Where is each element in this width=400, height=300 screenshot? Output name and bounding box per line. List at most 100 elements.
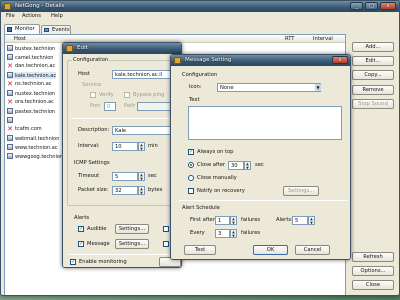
options-button[interactable]: Options...	[352, 266, 394, 276]
extra-alert-checkbox-1[interactable]	[163, 226, 169, 232]
remove-button[interactable]: Remove	[352, 85, 394, 95]
column-host[interactable]: Host	[14, 36, 26, 42]
interval-input[interactable]: 10	[112, 142, 138, 151]
menu-actions[interactable]: Actions	[22, 13, 41, 19]
table-row[interactable]: pastex.technion	[7, 108, 55, 115]
close-button[interactable]: Close	[352, 280, 394, 290]
close-after-radio[interactable]	[188, 162, 194, 168]
table-row[interactable]: ✕ dan.technion.ac	[7, 63, 55, 70]
tab-events[interactable]: Events	[41, 25, 71, 34]
verify-label: Verify	[99, 92, 114, 98]
edit-dialog: Edit Configuration Host kale.technion.ac…	[62, 42, 182, 268]
monitor-icon	[7, 27, 12, 32]
stop-sound-button[interactable]: Stop Sound	[352, 99, 394, 109]
main-window-title: NetGong - Details	[15, 3, 65, 9]
close-window-button[interactable]: x	[380, 2, 396, 10]
error-x-icon: ✕	[7, 98, 13, 106]
icmp-settings-label: ICMP Settings	[74, 160, 110, 166]
close-after-input[interactable]: 30	[228, 161, 244, 170]
table-row[interactable]	[7, 117, 15, 124]
message-dialog-title: Message Setting	[185, 57, 232, 63]
table-row[interactable]: webmail.technion	[7, 135, 59, 142]
text-area[interactable]	[188, 106, 342, 140]
packet-size-input[interactable]: 32	[112, 186, 138, 195]
first-after-label: First after	[190, 217, 215, 223]
host-icon	[7, 72, 13, 78]
interval-label: Interval:	[78, 143, 100, 149]
cancel-button[interactable]: Cancel	[295, 245, 330, 255]
service-label: Service	[82, 82, 102, 88]
table-row[interactable]: bustex.technion	[7, 45, 55, 52]
close-manually-radio[interactable]	[188, 175, 194, 181]
host-name: camel.technion	[15, 55, 54, 61]
extra-alert-checkbox-2[interactable]	[163, 241, 169, 247]
table-row[interactable]: ✕ tcafm.com	[7, 126, 42, 133]
every-unit: failures	[241, 230, 261, 236]
audible-settings-button[interactable]: Settings...	[115, 224, 149, 234]
bypass-ping-label: Bypass ping	[133, 92, 165, 98]
icon-select-arrow[interactable]: ▼	[315, 84, 321, 91]
first-after-spinner[interactable]: ▲ ▼	[230, 216, 237, 225]
notify-recovery-checkbox[interactable]	[188, 188, 194, 194]
host-name: ns.technion.ac	[15, 81, 52, 87]
alerts-separator	[69, 254, 181, 255]
host-name: ora.technion.ac	[15, 99, 54, 105]
table-row[interactable]: wwwgoog.technion	[7, 153, 63, 160]
close-after-spinner[interactable]: ▲ ▼	[244, 161, 251, 170]
maximize-button[interactable]: □	[365, 2, 378, 10]
table-row[interactable]: ✕ ora.technion.ac	[7, 99, 54, 106]
icon-select[interactable]: None	[217, 83, 321, 92]
first-after-input[interactable]: 1	[215, 216, 230, 225]
table-row[interactable]: nustex.technion	[7, 90, 55, 97]
message-configuration-label: Configuration	[182, 72, 218, 78]
test-button[interactable]: Test	[184, 245, 216, 255]
menu-help[interactable]: Help	[51, 13, 63, 19]
table-row[interactable]: kale.technion.ac	[7, 72, 57, 79]
error-x-icon: ✕	[7, 80, 13, 88]
bypass-ping-checkbox[interactable]	[124, 92, 130, 98]
packet-size-spinner[interactable]: ▲ ▼	[138, 186, 145, 195]
enable-monitoring-checkbox[interactable]: ✓	[70, 259, 76, 265]
message-settings-button[interactable]: Settings...	[283, 186, 319, 196]
audible-checkbox[interactable]: ✓	[78, 226, 84, 232]
always-on-top-checkbox[interactable]: ✓	[188, 149, 194, 155]
message-settings-button[interactable]: Settings...	[115, 239, 149, 249]
host-name: kale.technion.ac	[15, 73, 57, 79]
interval-spinner[interactable]: ▲ ▼	[138, 142, 145, 151]
edit-button[interactable]: Edit...	[352, 56, 394, 66]
table-row[interactable]: ✕ ns.technion.ac	[7, 80, 52, 88]
copy-button[interactable]: Copy...	[352, 70, 394, 80]
host-name: pastex.technion	[15, 109, 56, 115]
message-client-area: Configuration Icon: None ▼ Text ✓ Always…	[171, 66, 350, 259]
message-checkbox[interactable]: ✓	[78, 241, 84, 247]
timeout-input[interactable]: 5	[112, 172, 138, 181]
every-input[interactable]: 3	[215, 229, 230, 238]
refresh-button[interactable]: Refresh	[352, 252, 394, 262]
host-icon	[7, 90, 13, 96]
tab-monitor[interactable]: Monitor	[4, 24, 40, 34]
table-row[interactable]: camel.technion	[7, 54, 53, 61]
menu-file[interactable]: File	[6, 13, 15, 19]
icon-label: Icon:	[189, 84, 202, 90]
column-interval[interactable]: Interval	[313, 36, 333, 42]
error-x-icon: ✕	[7, 125, 13, 133]
netgong-app-icon	[4, 3, 11, 10]
message-label: Message	[87, 241, 110, 247]
every-spinner[interactable]: ▲ ▼	[230, 229, 237, 238]
alerts-count-input[interactable]: 5	[292, 216, 308, 225]
minimize-button[interactable]: _	[350, 2, 363, 10]
host-icon	[7, 135, 13, 141]
add-button[interactable]: Add...	[352, 42, 394, 52]
timeout-spinner[interactable]: ▲ ▼	[138, 172, 145, 181]
message-close-button[interactable]: x	[332, 56, 348, 64]
column-rtt[interactable]: RTT	[285, 36, 294, 42]
alerts-count-spinner[interactable]: ▲ ▼	[308, 216, 315, 225]
host-name: tcafm.com	[15, 126, 42, 132]
ok-button[interactable]: OK	[253, 245, 288, 255]
close-manually-label: Close manually	[197, 175, 237, 181]
table-row[interactable]: www.technion.ac	[7, 144, 58, 151]
verify-checkbox[interactable]	[90, 92, 96, 98]
every-label: Every	[190, 230, 205, 236]
port-input[interactable]: 0	[104, 102, 116, 111]
host-icon	[7, 45, 13, 51]
